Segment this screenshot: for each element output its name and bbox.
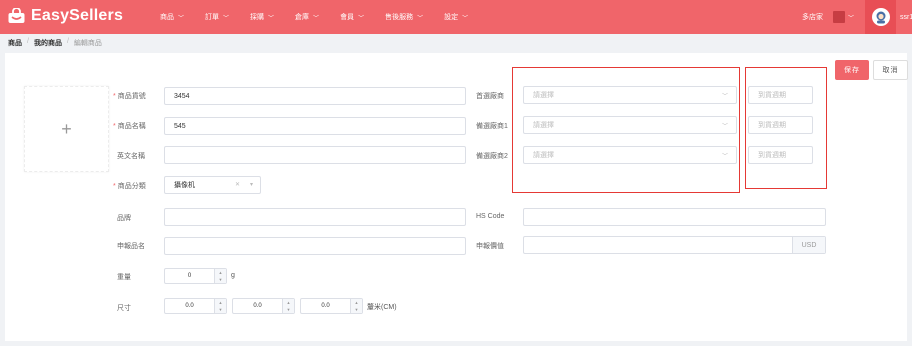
avatar[interactable] — [871, 8, 890, 26]
stepper-arrows-icon[interactable]: ▲ ▼ — [214, 299, 226, 313]
product-name-input[interactable]: 545 — [164, 117, 466, 135]
backup-supplier-1-label: 備選廠商1 — [476, 123, 508, 130]
chevron-down-icon[interactable]: ﹀ — [848, 13, 854, 22]
height-stepper[interactable]: 0.0 ▲ ▼ — [300, 298, 363, 314]
cancel-button[interactable]: 取消 — [873, 60, 908, 80]
nav-label: 訂單 — [205, 14, 220, 21]
primary-supplier-label: 首選廠商 — [476, 93, 504, 100]
nav-label: 設定 — [444, 14, 459, 21]
app-title: EasySellers — [31, 7, 124, 24]
nav-item-orders[interactable]: 訂單 ﹀ — [205, 12, 229, 22]
nav-item-warehouse[interactable]: 倉庫 ﹀ — [295, 12, 319, 22]
width-stepper[interactable]: 0.0 ▲ ▼ — [232, 298, 295, 314]
user-name[interactable]: ssr11 — [900, 14, 912, 21]
chevron-down-icon: ﹀ — [462, 15, 469, 22]
product-code-input[interactable]: 3454 — [164, 87, 466, 105]
nav-label: 採購 — [250, 14, 265, 21]
avatar-wrapper[interactable] — [865, 0, 896, 34]
category-select[interactable]: 攝像机 ✕ ▾ — [164, 176, 261, 194]
backup-supplier-2-label: 備選廠商2 — [476, 153, 508, 160]
size-label: 尺寸 — [117, 305, 131, 312]
nav-item-purchasing[interactable]: 採購 ﹀ — [250, 12, 274, 22]
store-switcher-label[interactable]: 多店家 — [802, 12, 823, 22]
hs-code-input[interactable] — [523, 208, 826, 226]
product-name-label: * 商品名稱 — [113, 123, 146, 130]
nav-item-settings[interactable]: 設定 ﹀ — [444, 12, 468, 22]
size-unit: 釐米(CM) — [367, 304, 397, 311]
declared-name-label: 申報品名 — [117, 243, 145, 250]
declared-name-input[interactable] — [164, 237, 466, 255]
stepper-arrows-icon[interactable]: ▲ ▼ — [214, 269, 226, 283]
breadcrumb-separator: / — [27, 38, 29, 45]
app-logo[interactable]: EasySellers — [7, 7, 124, 24]
clear-icon[interactable]: ✕ — [235, 181, 240, 188]
weight-unit: g — [231, 272, 235, 279]
main-nav: 商品 ﹀ 訂單 ﹀ 採購 ﹀ 倉庫 ﹀ 會員 ﹀ 售後服務 ﹀ 設定 ﹀ — [160, 0, 489, 34]
plus-icon: + — [61, 119, 72, 139]
english-name-input[interactable] — [164, 146, 466, 164]
declared-value-input[interactable]: USD — [523, 236, 826, 254]
chevron-down-icon: ﹀ — [223, 15, 230, 22]
top-navigation-bar: EasySellers 商品 ﹀ 訂單 ﹀ 採購 ﹀ 倉庫 ﹀ 會員 ﹀ 售後服務 ﹀ 設定… — [0, 0, 912, 34]
nav-label: 售後服務 — [385, 14, 414, 21]
chevron-down-icon: ﹀ — [417, 15, 424, 22]
english-name-label: 英文名稱 — [117, 153, 145, 160]
weight-label: 重量 — [117, 274, 131, 281]
hs-code-label: HS Code — [476, 213, 505, 220]
store-flag-icon[interactable] — [832, 11, 845, 23]
image-upload-area[interactable]: + — [24, 86, 109, 172]
weight-stepper[interactable]: 0 ▲ ▼ — [164, 268, 227, 284]
category-label: * 商品分類 — [113, 183, 146, 190]
save-button[interactable]: 保存 — [835, 60, 869, 80]
user-avatar-icon — [876, 11, 885, 24]
nav-item-members[interactable]: 會員 ﹀ — [340, 12, 364, 22]
product-code-label: * 商品貨號 — [113, 93, 146, 100]
chevron-down-icon: ﹀ — [358, 15, 365, 22]
breadcrumb-separator: / — [66, 38, 69, 45]
brand-label: 品牌 — [117, 215, 131, 222]
breadcrumb: 商品 / 我的商品 / 編輯商品 — [8, 38, 102, 48]
nav-item-products[interactable]: 商品 ﹀ — [160, 12, 184, 22]
chevron-down-icon[interactable]: ▾ — [250, 181, 253, 188]
declared-value-label: 申報價值 — [476, 243, 504, 250]
length-stepper[interactable]: 0.0 ▲ ▼ — [164, 298, 227, 314]
breadcrumb-item-my-products[interactable]: 我的商品 — [34, 38, 62, 48]
category-value: 攝像机 — [174, 182, 195, 189]
lead-time-highlight-box — [745, 67, 827, 189]
brand-input[interactable] — [164, 208, 466, 226]
chevron-down-icon: ﹀ — [313, 15, 320, 22]
nav-label: 會員 — [340, 14, 355, 21]
stepper-arrows-icon[interactable]: ▲ ▼ — [350, 299, 362, 313]
topbar-right: 多店家 ﹀ ssr11 — [802, 0, 912, 34]
breadcrumb-item-products[interactable]: 商品 — [8, 38, 22, 48]
nav-label: 倉庫 — [295, 14, 310, 21]
chevron-down-icon: ﹀ — [178, 15, 185, 22]
stepper-arrows-icon[interactable]: ▲ ▼ — [282, 299, 294, 313]
nav-item-after-sales[interactable]: 售後服務 ﹀ — [385, 12, 423, 22]
currency-suffix: USD — [792, 237, 825, 253]
logo-bag-icon — [7, 7, 26, 24]
supplier-highlight-box — [512, 67, 740, 193]
nav-label: 商品 — [160, 14, 174, 21]
chevron-down-icon: ﹀ — [268, 15, 275, 22]
breadcrumb-item-edit-product: 編輯商品 — [73, 40, 102, 47]
